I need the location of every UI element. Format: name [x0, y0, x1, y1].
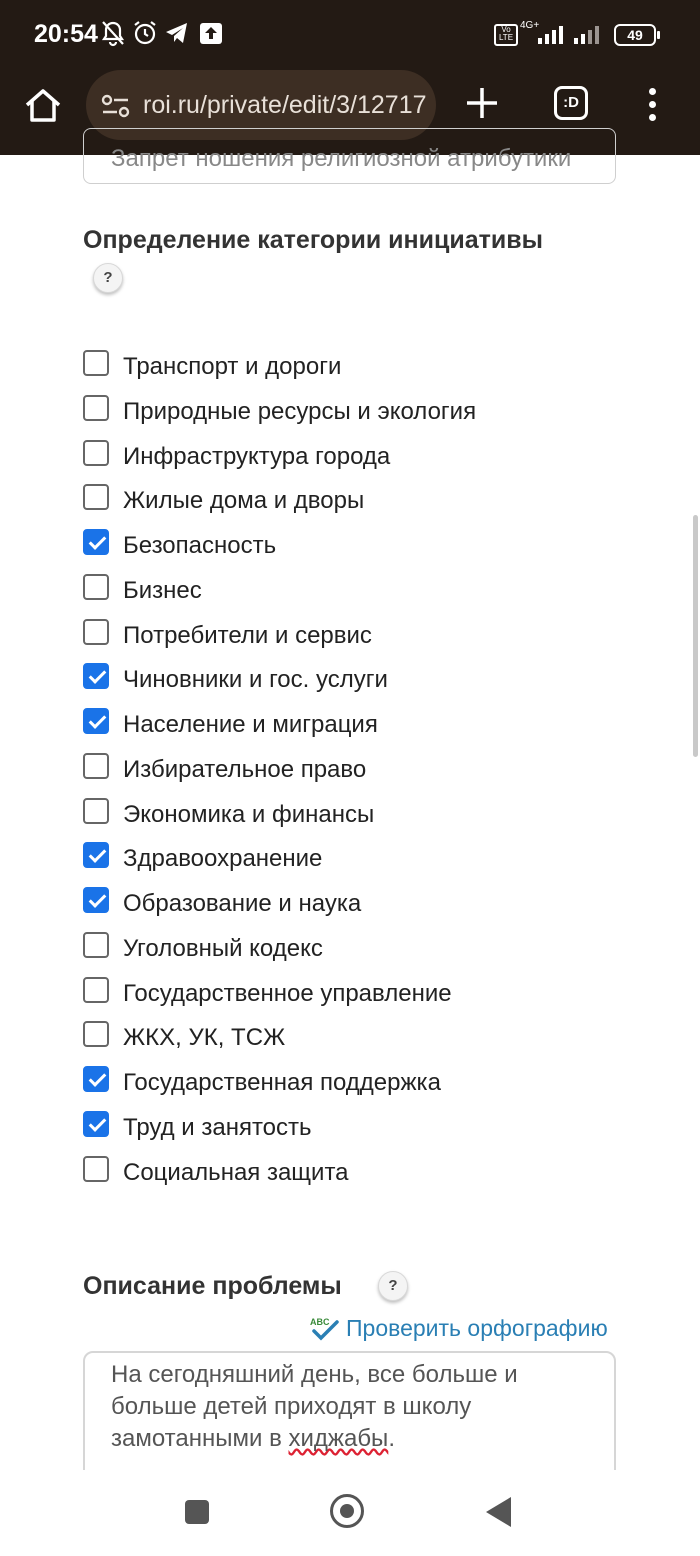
category-label[interactable]: Население и миграция	[123, 711, 378, 739]
category-label[interactable]: Государственная поддержка	[123, 1069, 441, 1097]
checkbox-checked[interactable]	[83, 1066, 109, 1092]
category-label[interactable]: Потребители и сервис	[123, 622, 372, 650]
checkbox-checked[interactable]	[83, 529, 109, 555]
new-tab-icon[interactable]	[464, 85, 500, 121]
description-text-end: .	[388, 1425, 395, 1452]
telegram-icon	[166, 23, 187, 43]
category-label[interactable]: Избирательное право	[123, 756, 366, 784]
volte-badge: Vo LTE	[494, 24, 518, 46]
category-section-title: Определение категории инициативы	[83, 226, 543, 254]
signal-strength-2-icon	[574, 22, 599, 44]
checkbox-checked[interactable]	[83, 708, 109, 734]
alarm-icon	[134, 21, 156, 45]
checkbox-unchecked[interactable]	[83, 350, 109, 376]
description-line: замотанными в хиджабы.	[111, 1423, 588, 1455]
checkbox-unchecked[interactable]	[83, 932, 109, 958]
description-text: замотанными в	[111, 1425, 289, 1452]
checkbox-unchecked[interactable]	[83, 619, 109, 645]
description-line: На сегодняшний день, все больше и	[111, 1361, 518, 1388]
battery-icon: 49	[614, 24, 660, 46]
initiative-title-input[interactable]: Запрет ношения религиозной атрибутики	[83, 128, 616, 184]
category-label[interactable]: Труд и занятость	[123, 1114, 312, 1142]
category-label[interactable]: Чиновники и гос. услуги	[123, 666, 388, 694]
tab-switcher-button[interactable]: :D	[554, 86, 588, 120]
category-label[interactable]: Транспорт и дороги	[123, 353, 341, 381]
description-help-icon[interactable]: ?	[378, 1271, 408, 1301]
category-help-icon[interactable]: ?	[93, 263, 123, 293]
category-label[interactable]: Бизнес	[123, 577, 202, 605]
checkbox-unchecked[interactable]	[83, 484, 109, 510]
category-label[interactable]: Инфраструктура города	[123, 443, 390, 471]
network-type: 4G+	[520, 20, 540, 31]
url-text: roi.ru/private/edit/3/12717	[143, 91, 427, 119]
back-button[interactable]	[486, 1497, 511, 1527]
category-label[interactable]: Жилые дома и дворы	[123, 487, 364, 515]
checkbox-unchecked[interactable]	[83, 1021, 109, 1047]
checkbox-checked[interactable]	[83, 1111, 109, 1137]
signal-strength-icon	[538, 22, 563, 44]
recent-apps-button[interactable]	[185, 1500, 209, 1524]
battery-level: 49	[627, 27, 643, 43]
status-time: 20:54	[34, 20, 98, 48]
category-label[interactable]: Социальная защита	[123, 1159, 349, 1187]
category-label[interactable]: Здравоохранение	[123, 845, 322, 873]
checkbox-unchecked[interactable]	[83, 977, 109, 1003]
status-bar: 20:54 Vo LTE 4G+ 49	[0, 0, 700, 68]
svg-text:ABC: ABC	[310, 1317, 330, 1327]
upload-icon	[200, 23, 222, 44]
category-label[interactable]: Образование и наука	[123, 890, 361, 918]
misspelled-word: хиджабы	[288, 1425, 389, 1452]
checkbox-unchecked[interactable]	[83, 1156, 109, 1182]
spellcheck-label[interactable]: Проверить орфографию	[346, 1315, 608, 1342]
checkbox-checked[interactable]	[83, 887, 109, 913]
category-label[interactable]: Безопасность	[123, 532, 276, 560]
system-navigation-bar	[0, 1470, 700, 1556]
category-label[interactable]: Экономика и финансы	[123, 801, 374, 829]
spellcheck-icon: ABC	[310, 1317, 339, 1341]
page-scrollbar[interactable]	[693, 515, 698, 757]
category-label[interactable]: ЖКХ, УК, ТСЖ	[123, 1024, 285, 1052]
site-settings-icon[interactable]	[100, 92, 132, 120]
overflow-menu-icon[interactable]	[646, 88, 658, 122]
category-label[interactable]: Природные ресурсы и экология	[123, 398, 476, 426]
checkbox-unchecked[interactable]	[83, 798, 109, 824]
checkbox-unchecked[interactable]	[83, 574, 109, 600]
bell-muted-icon	[101, 21, 125, 47]
description-section-title: Описание проблемы	[83, 1272, 342, 1300]
checkbox-unchecked[interactable]	[83, 753, 109, 779]
checkbox-checked[interactable]	[83, 842, 109, 868]
home-icon[interactable]	[22, 85, 64, 127]
checkbox-unchecked[interactable]	[83, 440, 109, 466]
checkbox-checked[interactable]	[83, 663, 109, 689]
description-line: больше детей приходят в школу	[111, 1393, 472, 1420]
category-label[interactable]: Уголовный кодекс	[123, 935, 323, 963]
checkbox-unchecked[interactable]	[83, 395, 109, 421]
category-label[interactable]: Государственное управление	[123, 980, 452, 1008]
home-button[interactable]	[330, 1494, 364, 1528]
